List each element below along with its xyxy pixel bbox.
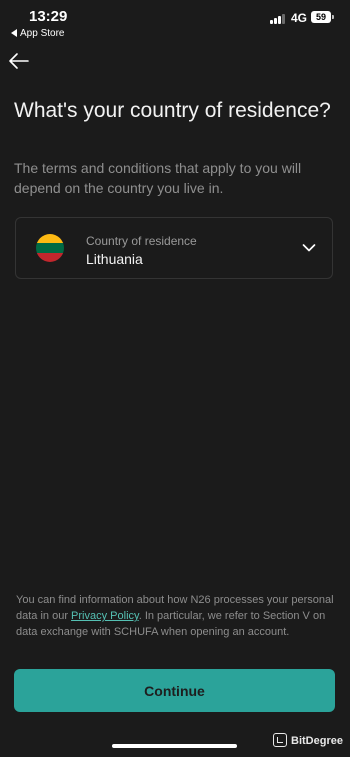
status-time: 13:29 [29, 8, 68, 25]
home-indicator[interactable] [112, 744, 237, 748]
lithuania-flag-icon [36, 234, 64, 262]
bitdegree-watermark: BitDegree [273, 732, 343, 750]
page-subtitle: The terms and conditions that apply to y… [14, 160, 302, 196]
privacy-info-text: You can find information about how N26 p… [16, 592, 336, 640]
watermark-text: BitDegree [291, 735, 343, 747]
chevron-down-icon [302, 244, 316, 252]
country-select-label: Country of residence [86, 234, 197, 248]
back-arrow-icon[interactable] [8, 52, 30, 70]
cellular-signal-icon [270, 14, 288, 24]
continue-button[interactable]: Continue [14, 669, 335, 712]
country-of-residence-select[interactable]: Country of residence Lithuania [15, 217, 333, 279]
country-select-value: Lithuania [86, 251, 143, 267]
back-triangle-icon [11, 29, 17, 37]
flag-stripe-green [36, 243, 64, 253]
back-to-app-link[interactable]: App Store [11, 28, 64, 39]
privacy-policy-link[interactable]: Privacy Policy [71, 610, 139, 622]
back-app-label: App Store [20, 28, 65, 39]
page-title: What's your country of residence? [14, 99, 331, 122]
network-type: 4G [291, 11, 308, 25]
flag-stripe-red [36, 252, 64, 262]
bitdegree-logo-icon [273, 733, 287, 747]
battery-level: 59 [315, 12, 326, 22]
battery-icon: 59 [311, 11, 334, 23]
flag-stripe-yellow [36, 234, 64, 244]
